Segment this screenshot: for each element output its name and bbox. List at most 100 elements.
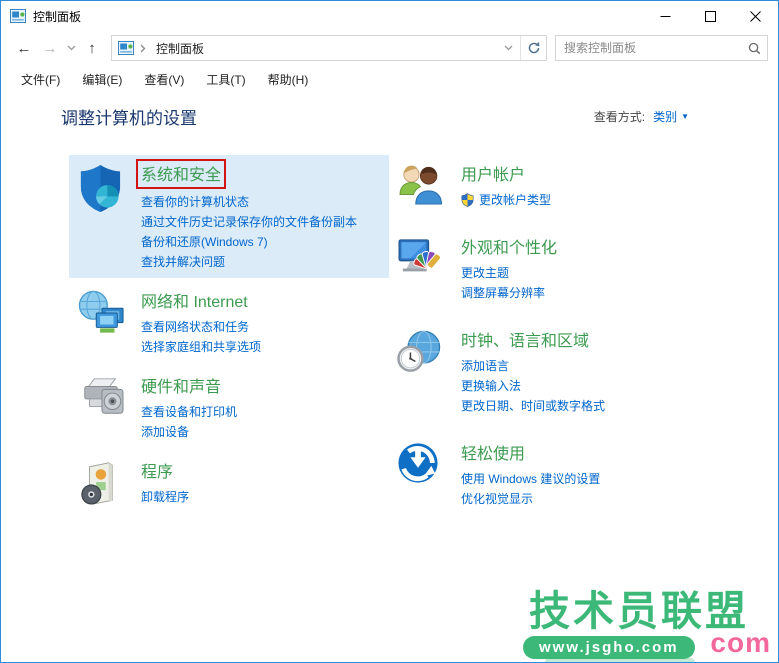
chevron-down-icon [504,45,513,51]
minimize-icon [660,11,671,22]
section-body: 用户帐户 [461,161,764,210]
page-title: 调整计算机的设置 [61,104,197,129]
category-title-hardware-sound[interactable]: 硬件和声音 [141,373,221,397]
watermark: com 技术员联盟 www.jsgho.com [523,574,773,662]
ease-of-access-icon [397,440,449,509]
hardware-sound-icon [77,373,129,442]
address-dropdown-button[interactable] [496,36,520,60]
watermark-overlay-text: com [710,627,771,659]
menu-edit[interactable]: 编辑(E) [74,67,130,92]
navigation-toolbar: ← → ↑ 控制面板 [1,31,778,65]
address-bar[interactable]: 控制面板 [111,35,547,61]
task-view-computer-status[interactable]: 查看你的计算机状态 [141,192,381,212]
task-view-network-status[interactable]: 查看网络状态和任务 [141,317,381,337]
refresh-button[interactable] [520,36,546,60]
task-link-label: 更改帐户类型 [479,190,551,210]
view-by-value[interactable]: 类别 [653,108,677,125]
category-system-security[interactable]: 系统和安全 查看你的计算机状态 通过文件历史记录保存你的文件备份副本 备份和还原… [69,155,389,278]
category-title-system-security[interactable]: 系统和安全 [141,161,221,185]
security-shield-icon [77,161,129,272]
category-network-internet[interactable]: 网络和 Internet 查看网络状态和任务 选择家庭组和共享选项 [69,282,389,363]
view-by-control: 查看方式: 类别 ▼ [594,108,689,125]
task-change-theme[interactable]: 更改主题 [461,263,764,283]
category-appearance-personalization[interactable]: 外观和个性化 更改主题 调整屏幕分辨率 [389,228,772,309]
forward-button[interactable]: → [37,35,63,61]
task-change-account-type[interactable]: 更改帐户类型 [461,190,764,210]
watermark-url: www.jsgho.com [523,636,695,659]
up-button[interactable]: ↑ [79,35,105,61]
left-column: 系统和安全 查看你的计算机状态 通过文件历史记录保存你的文件备份副本 备份和还原… [69,155,389,527]
section-body: 网络和 Internet 查看网络状态和任务 选择家庭组和共享选项 [141,288,381,357]
control-panel-icon [10,8,26,24]
menu-help[interactable]: 帮助(H) [260,67,317,92]
category-user-accounts[interactable]: 用户帐户 [389,155,772,216]
control-panel-icon [118,40,134,56]
caret-down-icon[interactable]: ▼ [681,112,689,121]
programs-icon [77,458,129,511]
category-title-appearance[interactable]: 外观和个性化 [461,234,557,258]
task-change-input-method[interactable]: 更换输入法 [461,376,764,396]
menu-bar: 文件(F) 编辑(E) 查看(V) 工具(T) 帮助(H) [1,65,778,94]
search-box [555,35,768,61]
section-body: 系统和安全 查看你的计算机状态 通过文件历史记录保存你的文件备份副本 备份和还原… [141,161,381,272]
red-highlight-box: 系统和安全 [136,159,226,189]
chevron-down-icon [67,45,76,51]
right-column: 用户帐户 [389,155,772,527]
network-icon [77,288,129,357]
category-title-ease-of-access[interactable]: 轻松使用 [461,440,525,464]
task-view-devices-printers[interactable]: 查看设备和打印机 [141,402,381,422]
search-icon[interactable] [741,42,767,55]
category-hardware-sound[interactable]: 硬件和声音 查看设备和打印机 添加设备 [69,367,389,448]
task-uninstall-program[interactable]: 卸载程序 [141,487,381,507]
section-body: 时钟、语言和区域 添加语言 更换输入法 更改日期、时间或数字格式 [461,327,764,416]
task-optimize-visual-display[interactable]: 优化视觉显示 [461,489,764,509]
refresh-icon [527,41,541,55]
task-adjust-screen-resolution[interactable]: 调整屏幕分辨率 [461,283,764,303]
section-body: 程序 卸载程序 [141,458,381,511]
minimize-button[interactable] [643,1,688,31]
task-backup-restore-win7[interactable]: 备份和还原(Windows 7) [141,232,381,252]
maximize-icon [705,11,716,22]
search-input[interactable] [556,41,741,55]
recent-pages-dropdown[interactable] [63,35,79,61]
chevron-right-icon [140,44,146,53]
close-icon [750,11,761,22]
clock-language-region-icon [397,327,449,416]
category-title-network-internet[interactable]: 网络和 Internet [141,288,248,312]
titlebar: 控制面板 [1,1,778,31]
category-title-user-accounts[interactable]: 用户帐户 [461,161,525,185]
task-file-history-backup[interactable]: 通过文件历史记录保存你的文件备份副本 [141,212,381,232]
menu-tools[interactable]: 工具(T) [198,67,253,92]
task-add-device[interactable]: 添加设备 [141,422,381,442]
category-title-clock-region[interactable]: 时钟、语言和区域 [461,327,589,351]
task-add-language[interactable]: 添加语言 [461,356,764,376]
control-panel-window: 控制面板 ← → ↑ [0,0,779,663]
user-accounts-icon [397,161,449,210]
view-by-label: 查看方式: [594,108,645,125]
window-controls [643,1,778,31]
appearance-icon [397,234,449,303]
task-suggested-settings[interactable]: 使用 Windows 建议的设置 [461,469,764,489]
watermark-ghost-strip [545,658,695,663]
section-body: 硬件和声音 查看设备和打印机 添加设备 [141,373,381,442]
task-find-fix-problems[interactable]: 查找并解决问题 [141,252,381,272]
category-grid: 系统和安全 查看你的计算机状态 通过文件历史记录保存你的文件备份副本 备份和还原… [69,155,772,527]
breadcrumb-control-panel[interactable]: 控制面板 [150,40,210,57]
content-header: 调整计算机的设置 查看方式: 类别 ▼ [61,104,689,129]
category-title-programs[interactable]: 程序 [141,458,173,482]
category-clock-language-region[interactable]: 时钟、语言和区域 添加语言 更换输入法 更改日期、时间或数字格式 [389,321,772,422]
watermark-brand: 技术员联盟 [529,577,749,637]
category-programs[interactable]: 程序 卸载程序 [69,452,389,517]
menu-view[interactable]: 查看(V) [136,67,192,92]
maximize-button[interactable] [688,1,733,31]
back-button[interactable]: ← [11,35,37,61]
menu-file[interactable]: 文件(F) [13,67,68,92]
section-body: 轻松使用 使用 Windows 建议的设置 优化视觉显示 [461,440,764,509]
uac-shield-icon [461,193,474,207]
task-change-date-time-formats[interactable]: 更改日期、时间或数字格式 [461,396,764,416]
category-ease-of-access[interactable]: 轻松使用 使用 Windows 建议的设置 优化视觉显示 [389,434,772,515]
close-button[interactable] [733,1,778,31]
section-body: 外观和个性化 更改主题 调整屏幕分辨率 [461,234,764,303]
window-title: 控制面板 [33,8,81,25]
task-homegroup-sharing[interactable]: 选择家庭组和共享选项 [141,337,381,357]
